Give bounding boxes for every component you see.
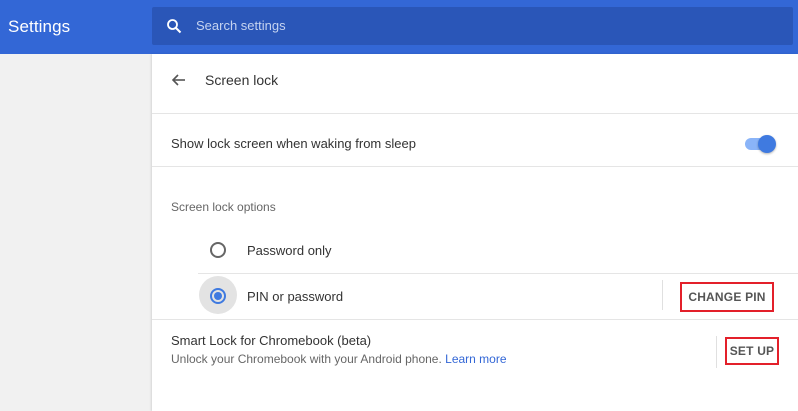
smart-lock-description: Unlock your Chromebook with your Android… <box>171 352 507 366</box>
search-box[interactable]: Search settings <box>152 7 793 45</box>
vertical-separator <box>716 336 717 368</box>
page-title: Screen lock <box>205 72 279 88</box>
left-nav-pane <box>0 54 152 411</box>
smart-lock-description-text: Unlock your Chromebook with your Android… <box>171 352 446 366</box>
app-title: Settings <box>8 17 71 36</box>
divider <box>152 166 798 167</box>
radio-pin-or-password[interactable] <box>210 288 226 304</box>
app-header: Settings Search settings <box>0 0 798 54</box>
lock-on-wake-label: Show lock screen when waking from sleep <box>171 136 416 151</box>
vertical-separator <box>662 280 663 310</box>
divider <box>152 113 798 114</box>
search-icon <box>167 19 182 34</box>
divider <box>198 273 798 274</box>
radio-password-only-label[interactable]: Password only <box>247 243 332 258</box>
radio-password-only[interactable] <box>210 242 226 258</box>
screen-lock-card: Screen lock Show lock screen when waking… <box>152 54 798 411</box>
divider <box>152 319 798 320</box>
learn-more-link[interactable]: Learn more <box>445 352 506 366</box>
set-up-button[interactable]: SET UP <box>727 344 777 358</box>
radio-pin-or-password-label[interactable]: PIN or password <box>247 289 343 304</box>
arrow-left-icon[interactable] <box>171 72 187 88</box>
search-input[interactable]: Search settings <box>196 18 286 33</box>
change-pin-button[interactable]: CHANGE PIN <box>682 290 772 304</box>
section-label: Screen lock options <box>171 200 276 214</box>
smart-lock-title: Smart Lock for Chromebook (beta) <box>171 333 372 348</box>
lock-on-wake-toggle-knob[interactable] <box>758 135 776 153</box>
